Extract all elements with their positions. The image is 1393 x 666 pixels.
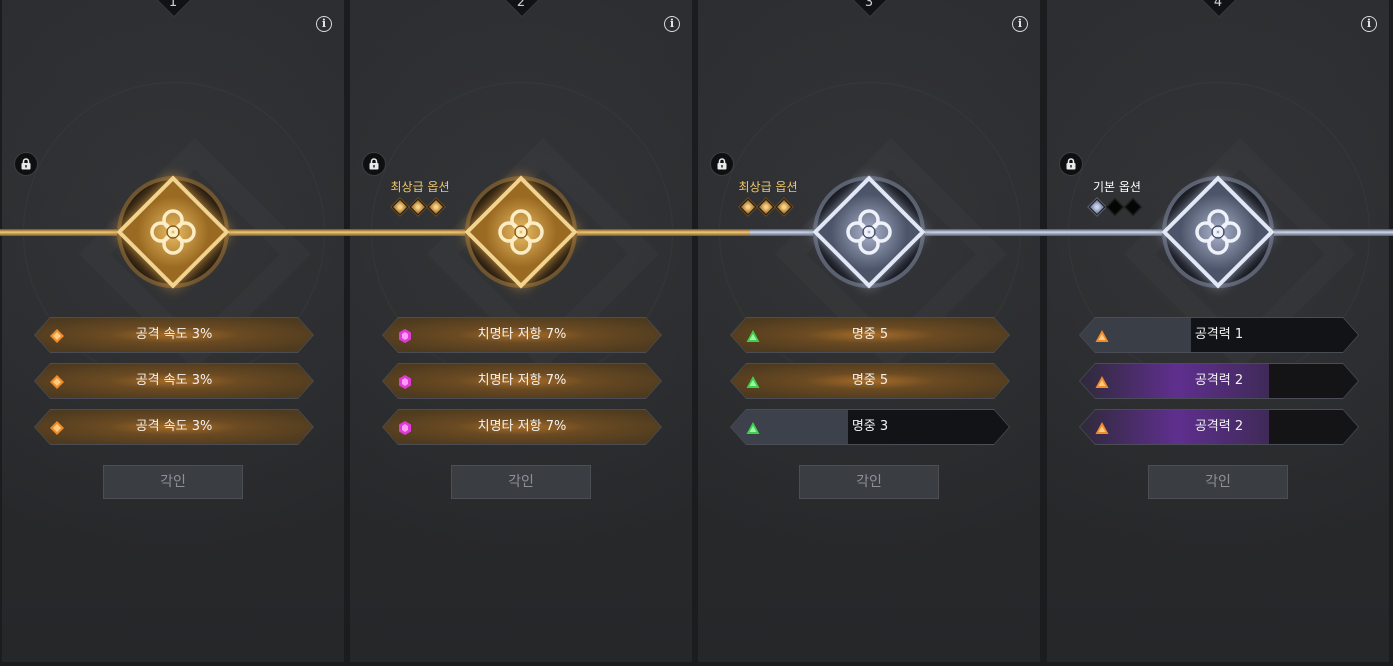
option-text: 공격력 2 bbox=[1194, 419, 1244, 434]
engraving-emblem-icon bbox=[116, 175, 230, 289]
grade-pips bbox=[1088, 198, 1142, 216]
option-row: 명중 5 bbox=[730, 363, 1010, 399]
option-text: 공격 속도 3% bbox=[135, 327, 213, 342]
engraving-slot-3: 3 i 최상급 옵션명중 5 명중 5 명중 3 각인 bbox=[698, 0, 1040, 662]
magenta-hexagon-icon bbox=[398, 374, 412, 389]
slot-number: 3 bbox=[864, 0, 874, 10]
info-icon[interactable]: i bbox=[664, 16, 680, 32]
engrave-button[interactable]: 각인 bbox=[451, 465, 591, 499]
lock-icon[interactable] bbox=[362, 152, 386, 176]
option-row: 공격 속도 3% bbox=[34, 363, 314, 399]
grade-pip-icon bbox=[1124, 198, 1142, 216]
info-icon[interactable]: i bbox=[1361, 16, 1377, 32]
info-icon[interactable]: i bbox=[316, 16, 332, 32]
option-row: 치명타 저항 7% bbox=[382, 409, 662, 445]
connector-line-gold bbox=[0, 229, 750, 236]
engrave-button[interactable]: 각인 bbox=[799, 465, 939, 499]
option-row: 공격력 1 bbox=[1079, 317, 1359, 353]
option-text: 명중 5 bbox=[851, 327, 889, 342]
option-row: 공격 속도 3% bbox=[34, 409, 314, 445]
option-row: 치명타 저항 7% bbox=[382, 363, 662, 399]
grade-label: 최상급 옵션 bbox=[390, 180, 450, 194]
engraving-slot-1: 1 i 공격 속도 3% 공격 속도 3% 공격 속도 3% 각인 bbox=[2, 0, 344, 662]
orange-triangle-icon bbox=[1095, 420, 1109, 434]
option-row: 공격력 2 bbox=[1079, 363, 1359, 399]
grade-pip-icon bbox=[739, 198, 757, 216]
option-row: 명중 5 bbox=[730, 317, 1010, 353]
grade-pip-icon bbox=[391, 198, 409, 216]
slot-number: 2 bbox=[516, 0, 526, 10]
option-text: 명중 3 bbox=[851, 419, 889, 434]
option-text: 공격 속도 3% bbox=[135, 419, 213, 434]
grade-pip-icon bbox=[1088, 198, 1106, 216]
lock-icon[interactable] bbox=[710, 152, 734, 176]
option-row: 공격 속도 3% bbox=[34, 317, 314, 353]
option-row: 명중 3 bbox=[730, 409, 1010, 445]
info-icon[interactable]: i bbox=[1012, 16, 1028, 32]
option-text: 명중 5 bbox=[851, 373, 889, 388]
engraving-emblem-icon bbox=[1161, 175, 1275, 289]
option-text: 치명타 저항 7% bbox=[477, 327, 567, 342]
engraving-emblem-icon bbox=[812, 175, 926, 289]
orange-diamond-icon bbox=[50, 374, 64, 389]
green-triangle-icon bbox=[746, 328, 760, 342]
option-text: 공격력 2 bbox=[1194, 373, 1244, 388]
option-text: 치명타 저항 7% bbox=[477, 419, 567, 434]
lock-icon[interactable] bbox=[14, 152, 38, 176]
engrave-button[interactable]: 각인 bbox=[1148, 465, 1288, 499]
grade-pips bbox=[391, 198, 445, 216]
grade-label: 최상급 옵션 bbox=[738, 180, 798, 194]
grade-pip-icon bbox=[757, 198, 775, 216]
orange-triangle-icon bbox=[1095, 374, 1109, 388]
grade-pips bbox=[739, 198, 793, 216]
engraving-slot-4: 4 i 기본 옵션공격력 1 공격력 2 공격력 2 각인 bbox=[1047, 0, 1389, 662]
grade-label: 기본 옵션 bbox=[1093, 180, 1141, 194]
grade-pip-icon bbox=[1106, 198, 1124, 216]
engraving-slot-2: 2 i 최상급 옵션치명타 저항 7% 치명타 저항 7% 치명타 저항 7% 각인 bbox=[350, 0, 692, 662]
magenta-hexagon-icon bbox=[398, 328, 412, 343]
grade-pip-icon bbox=[409, 198, 427, 216]
magenta-hexagon-icon bbox=[398, 420, 412, 435]
engraving-emblem-icon bbox=[464, 175, 578, 289]
option-row: 공격력 2 bbox=[1079, 409, 1359, 445]
grade-pip-icon bbox=[775, 198, 793, 216]
lock-icon[interactable] bbox=[1059, 152, 1083, 176]
orange-triangle-icon bbox=[1095, 328, 1109, 342]
green-triangle-icon bbox=[746, 420, 760, 434]
green-triangle-icon bbox=[746, 374, 760, 388]
orange-diamond-icon bbox=[50, 328, 64, 343]
option-text: 공격력 1 bbox=[1194, 327, 1244, 342]
option-text: 치명타 저항 7% bbox=[477, 373, 567, 388]
grade-pip-icon bbox=[427, 198, 445, 216]
orange-diamond-icon bbox=[50, 420, 64, 435]
engrave-button[interactable]: 각인 bbox=[103, 465, 243, 499]
slot-number: 4 bbox=[1213, 0, 1223, 10]
option-row: 치명타 저항 7% bbox=[382, 317, 662, 353]
slot-number: 1 bbox=[168, 0, 178, 10]
option-text: 공격 속도 3% bbox=[135, 373, 213, 388]
